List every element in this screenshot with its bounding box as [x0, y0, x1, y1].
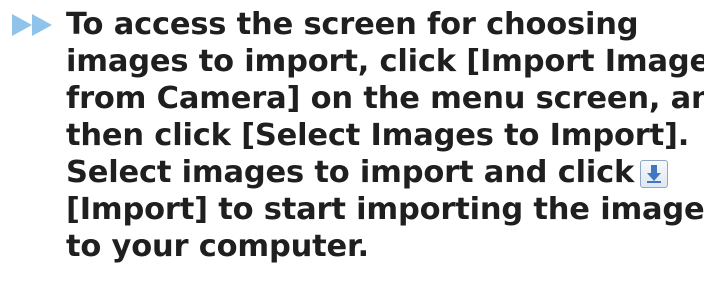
instruction-text: To access the screen for choosing images…: [66, 0, 704, 265]
instruction-line: To access the screen for choosing: [66, 7, 639, 42]
instruction-line: [Import] to start importing the images: [66, 192, 704, 227]
instruction-line: from Camera] on the menu screen, and: [66, 81, 704, 116]
instruction-line: images to import, click [Import Images: [66, 44, 704, 79]
instruction-tip: To access the screen for choosing images…: [0, 0, 704, 303]
double-chevron-right-icon: [12, 14, 52, 36]
instruction-line: then click [Select Images to Import].: [66, 118, 690, 153]
instruction-line-text: Select images to import and click: [66, 155, 635, 190]
import-icon: [640, 160, 669, 188]
instruction-line: to your computer.: [66, 229, 369, 264]
instruction-line-with-icon: Select images to import and click: [66, 154, 702, 191]
import-arrow-icon: [647, 165, 662, 183]
